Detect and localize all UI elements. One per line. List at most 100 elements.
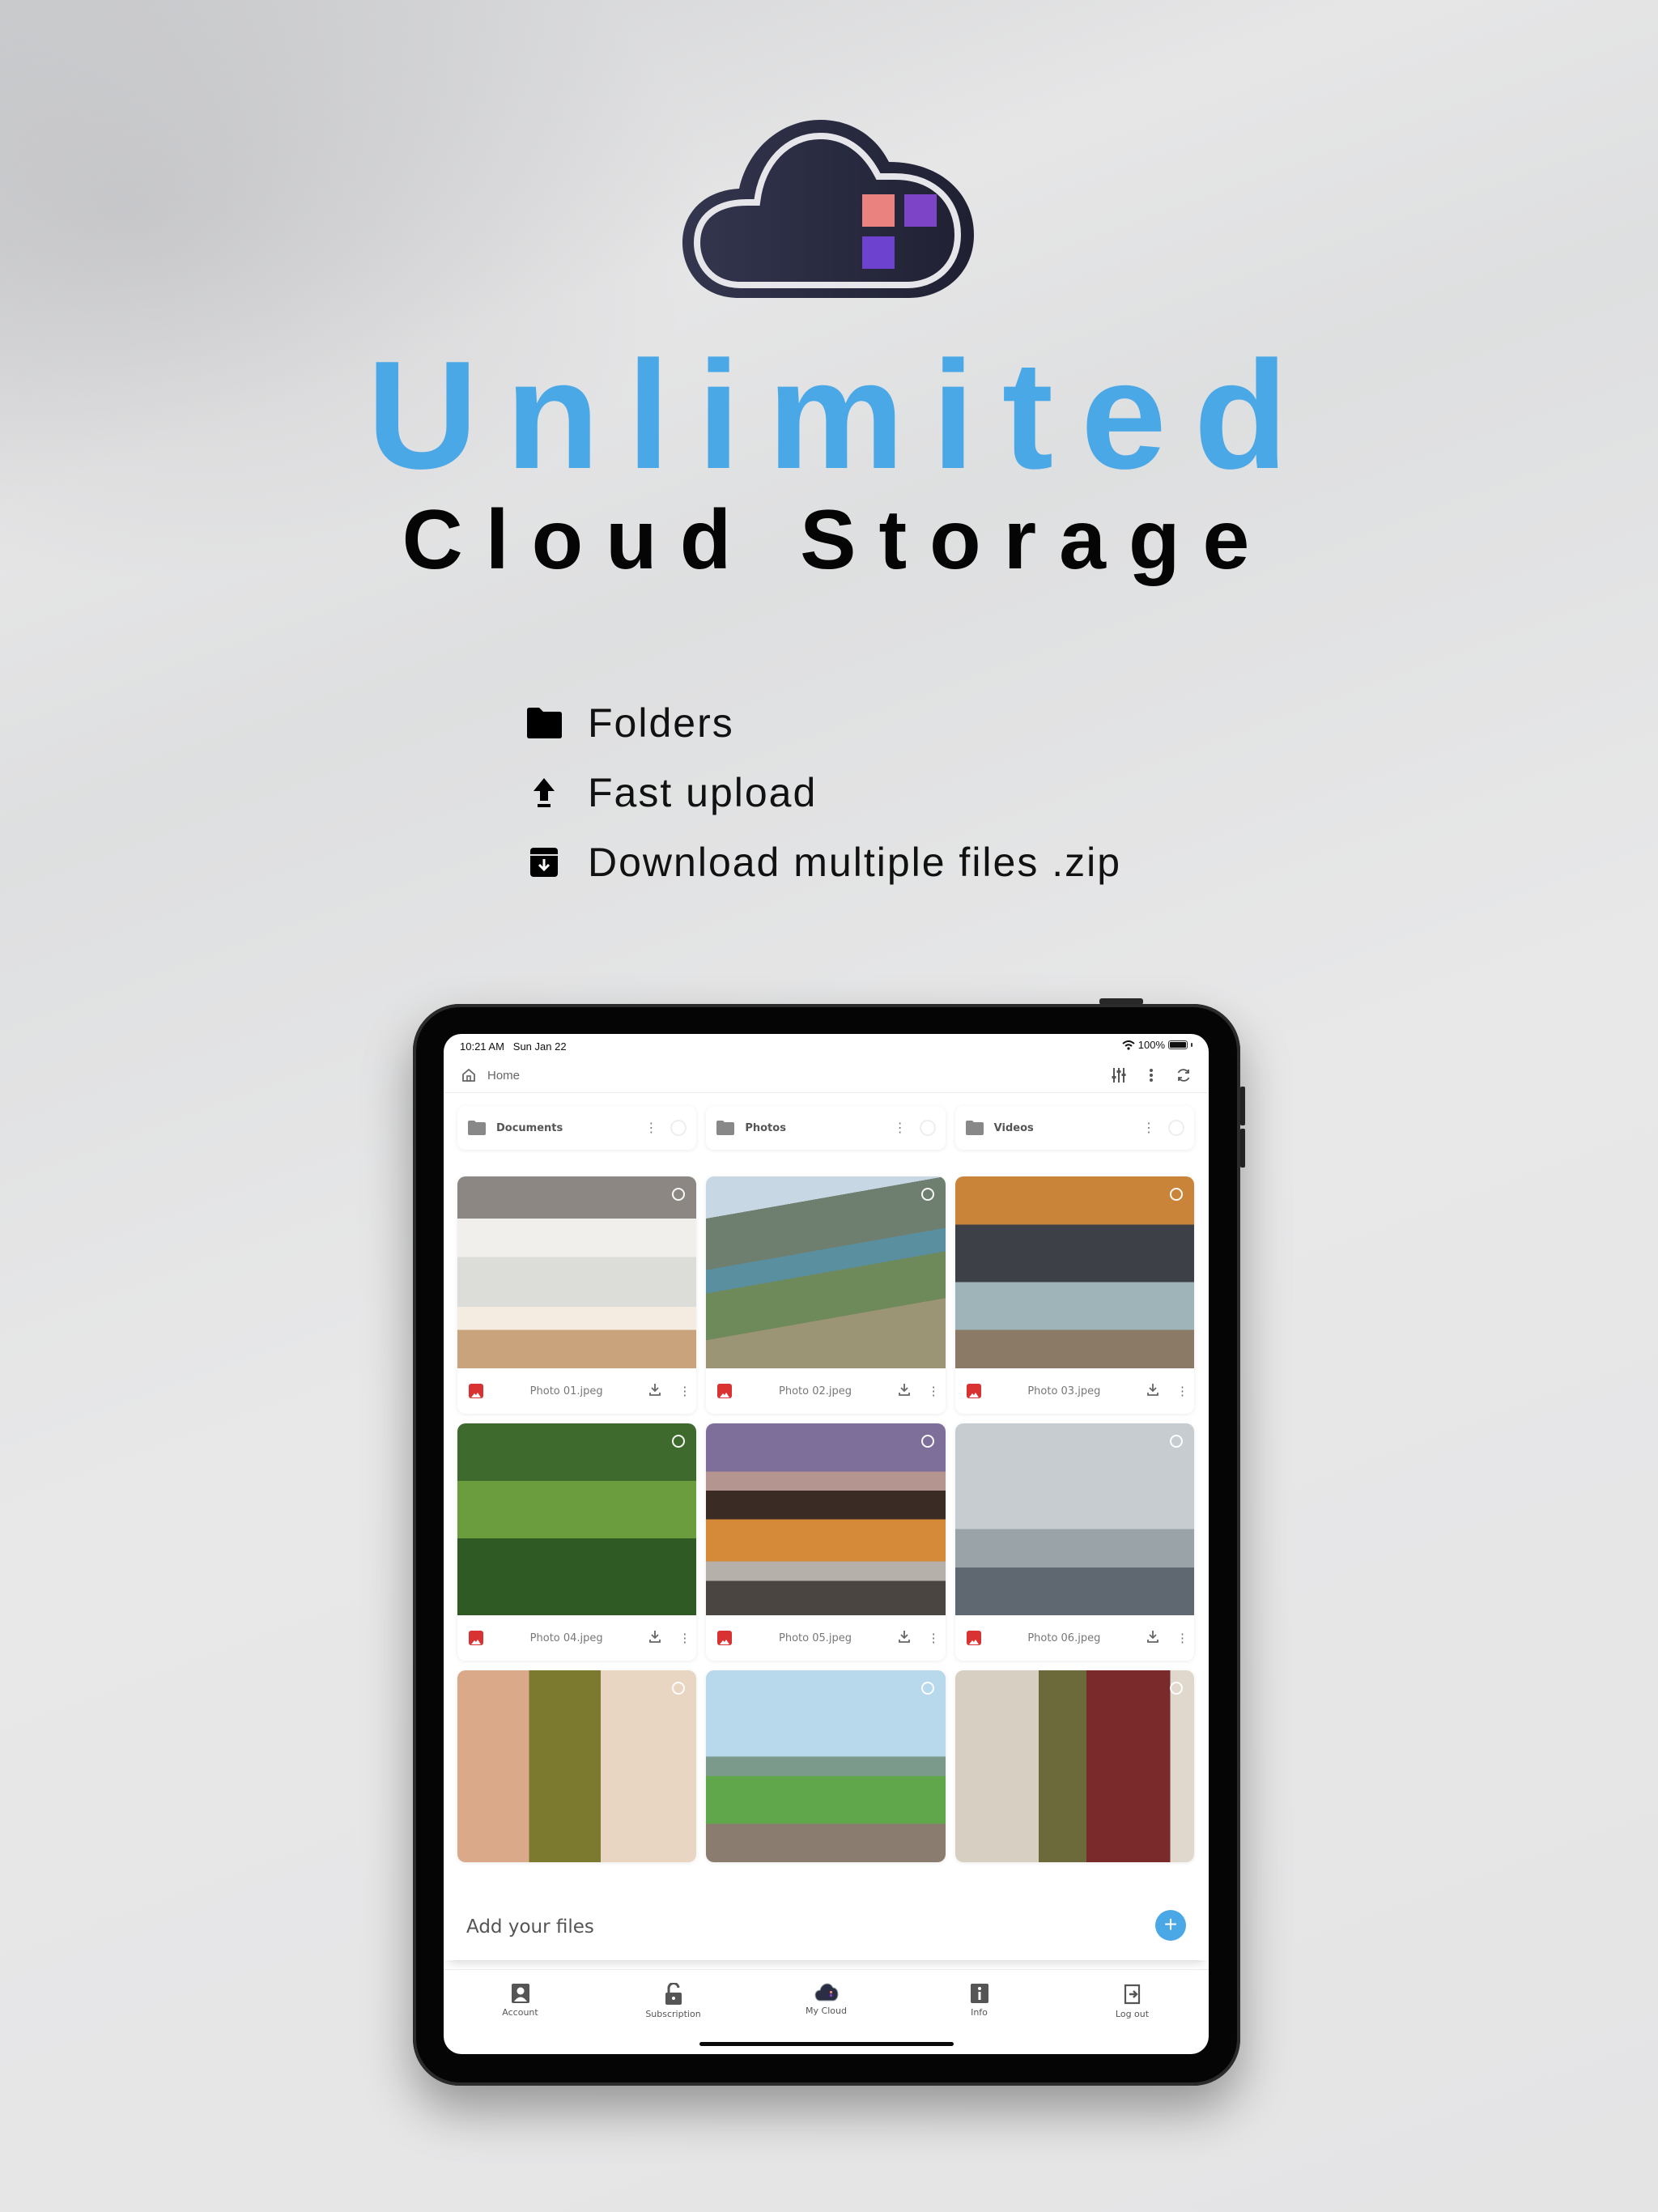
select-toggle[interactable] (672, 1188, 686, 1201)
tab-log-out[interactable]: Log out (1056, 1970, 1209, 2035)
file-name: Photo 03.jpeg (1027, 1385, 1101, 1397)
download-icon[interactable] (1147, 1630, 1160, 1647)
select-toggle[interactable] (1170, 1682, 1183, 1695)
file-tile[interactable]: Photo 04.jpeg ⋮ (457, 1423, 697, 1661)
photo-thumbnail[interactable] (457, 1670, 697, 1862)
breadcrumb[interactable]: Home (461, 1068, 520, 1083)
more-vertical-icon[interactable] (1142, 1066, 1160, 1084)
account-icon (511, 1984, 529, 2003)
folder-name: Photos (745, 1121, 786, 1134)
folder-select-toggle[interactable] (1167, 1120, 1184, 1136)
file-tile[interactable]: Photo 03.jpeg ⋮ (954, 1176, 1194, 1414)
photo-thumbnail[interactable] (954, 1670, 1194, 1862)
folder-select-toggle[interactable] (670, 1120, 687, 1136)
file-footer: Photo 04.jpeg ⋮ (457, 1615, 696, 1661)
add-files-label: Add your files (466, 1916, 594, 1938)
wifi-icon (1122, 1040, 1135, 1050)
tab-label: Info (971, 2007, 988, 2018)
select-toggle[interactable] (672, 1435, 686, 1448)
select-toggle[interactable] (672, 1682, 686, 1695)
toolbar-actions (1110, 1066, 1192, 1084)
file-name: Photo 02.jpeg (778, 1385, 852, 1397)
photo-thumbnail[interactable] (706, 1423, 946, 1615)
image-file-icon (966, 1631, 981, 1645)
file-tile[interactable] (706, 1670, 946, 1862)
folder-icon (525, 704, 563, 742)
logo-square-1 (862, 194, 895, 227)
tab-subscription[interactable]: Subscription (597, 1970, 750, 2035)
select-toggle[interactable] (920, 1682, 934, 1695)
file-footer: Photo 05.jpeg ⋮ (706, 1615, 945, 1661)
photo-thumbnail[interactable] (954, 1176, 1194, 1368)
battery-icon (1168, 1040, 1188, 1049)
logo-square-2 (904, 194, 937, 227)
image-file-icon (717, 1384, 733, 1398)
select-toggle[interactable] (920, 1188, 934, 1201)
tab-info[interactable]: Info (903, 1970, 1056, 2035)
refresh-icon[interactable] (1175, 1066, 1192, 1084)
file-more-icon[interactable]: ⋮ (928, 1631, 940, 1645)
feature-item: Fast upload (525, 758, 1121, 827)
folder-name: Documents (496, 1121, 563, 1134)
info-icon (970, 1984, 988, 2003)
subheadline: Cloud Storage (402, 493, 1273, 587)
download-icon[interactable] (649, 1630, 662, 1647)
tab-account[interactable]: Account (444, 1970, 597, 2035)
folder-item[interactable]: Photos ⋮ (706, 1106, 946, 1150)
file-more-icon[interactable]: ⋮ (678, 1384, 691, 1398)
status-bar: 10:21 AM Sun Jan 22 100% (444, 1034, 1209, 1058)
download-icon[interactable] (898, 1383, 912, 1400)
file-tile[interactable]: Photo 06.jpeg ⋮ (954, 1423, 1194, 1661)
select-toggle[interactable] (920, 1435, 934, 1448)
photo-thumbnail[interactable] (706, 1670, 946, 1862)
file-footer: Photo 06.jpeg ⋮ (955, 1615, 1194, 1661)
file-tile[interactable] (457, 1670, 697, 1862)
tab-label: Log out (1115, 2009, 1150, 2019)
file-more-icon[interactable]: ⋮ (1176, 1631, 1188, 1645)
sort-filter-icon[interactable] (1110, 1066, 1128, 1084)
folder-more-icon[interactable]: ⋮ (1142, 1120, 1155, 1136)
tab-bar: Account Subscription My Cloud Info Log o… (444, 1969, 1209, 2035)
file-tile[interactable]: Photo 05.jpeg ⋮ (706, 1423, 946, 1661)
home-indicator[interactable] (699, 2042, 954, 2046)
archive-download-icon (525, 843, 563, 882)
photo-thumbnail[interactable] (706, 1176, 946, 1368)
add-files-bar: Add your files + (444, 1891, 1209, 1960)
select-toggle[interactable] (1170, 1188, 1183, 1201)
folder-icon (965, 1121, 984, 1135)
photo-thumbnail[interactable] (457, 1423, 697, 1615)
tab-label: Subscription (645, 2009, 701, 2019)
photo-thumbnail[interactable] (954, 1423, 1194, 1615)
file-footer: Photo 03.jpeg ⋮ (955, 1368, 1194, 1414)
status-right: 100% (1122, 1039, 1192, 1051)
folder-select-toggle[interactable] (919, 1120, 936, 1136)
file-tile[interactable]: Photo 02.jpeg ⋮ (706, 1176, 946, 1414)
feature-label: Folders (588, 700, 734, 746)
file-grid: Photo 01.jpeg ⋮ Photo 02.jpeg ⋮ Photo 03.jpe… (457, 1176, 1194, 1862)
app-screen: 10:21 AM Sun Jan 22 100% Home Documents … (444, 1034, 1209, 2054)
file-more-icon[interactable]: ⋮ (1176, 1384, 1188, 1398)
tab-my-cloud[interactable]: My Cloud (750, 1970, 903, 2035)
folder-more-icon[interactable]: ⋮ (894, 1120, 907, 1136)
folder-item[interactable]: Videos ⋮ (954, 1106, 1194, 1150)
feature-label: Fast upload (588, 770, 818, 815)
image-file-icon (469, 1384, 483, 1398)
download-icon[interactable] (1147, 1383, 1160, 1400)
file-more-icon[interactable]: ⋮ (928, 1384, 940, 1398)
file-tile[interactable] (954, 1670, 1194, 1862)
file-more-icon[interactable]: ⋮ (678, 1631, 691, 1645)
download-icon[interactable] (898, 1630, 912, 1647)
file-footer: Photo 01.jpeg ⋮ (457, 1368, 696, 1414)
feature-label: Download multiple files .zip (588, 840, 1122, 885)
add-file-button[interactable]: + (1155, 1910, 1186, 1941)
file-tile[interactable]: Photo 01.jpeg ⋮ (457, 1176, 697, 1414)
cloud-logo-icon (682, 120, 974, 298)
select-toggle[interactable] (1170, 1435, 1183, 1448)
device-volume-down-button (1240, 1129, 1245, 1168)
folder-item[interactable]: Documents ⋮ (457, 1106, 697, 1150)
photo-thumbnail[interactable] (457, 1176, 697, 1368)
folder-more-icon[interactable]: ⋮ (644, 1120, 657, 1136)
logo-square-3 (862, 236, 895, 269)
device-volume-up-button (1240, 1087, 1245, 1125)
download-icon[interactable] (649, 1383, 662, 1400)
